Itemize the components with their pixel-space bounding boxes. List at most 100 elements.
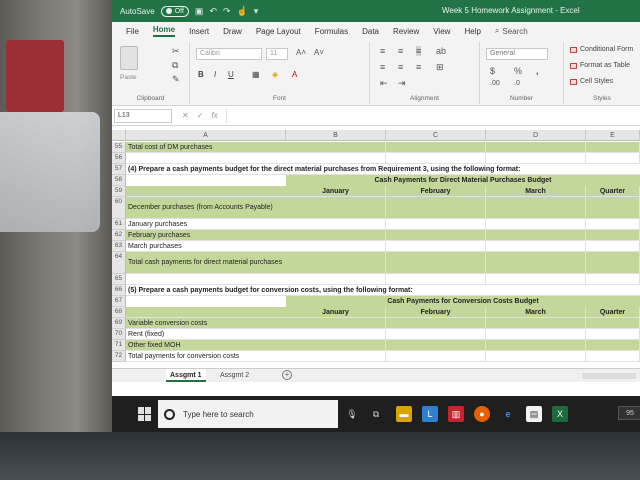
grow-font-icon[interactable]: A˄ bbox=[296, 48, 306, 57]
input-cell[interactable] bbox=[286, 318, 386, 329]
column-header-e[interactable]: E bbox=[586, 130, 640, 141]
tab-review[interactable]: Review bbox=[393, 27, 419, 36]
increase-indent-icon[interactable]: ⇥ bbox=[398, 78, 406, 89]
column-header-c[interactable]: C bbox=[386, 130, 486, 141]
fill-color-icon[interactable]: ◈ bbox=[272, 70, 278, 79]
font-name-select[interactable]: Calibri bbox=[196, 48, 262, 60]
redo-icon[interactable]: ↷ bbox=[223, 6, 231, 17]
app-red-icon[interactable]: ▥ bbox=[448, 406, 464, 422]
insert-function-icon[interactable]: fx bbox=[211, 111, 217, 120]
taskbar-search[interactable]: Type here to search bbox=[158, 400, 338, 428]
borders-icon[interactable]: ▦ bbox=[252, 70, 260, 79]
tab-insert[interactable]: Insert bbox=[189, 27, 209, 36]
decrease-indent-icon[interactable]: ⇤ bbox=[380, 78, 388, 89]
input-cell[interactable] bbox=[486, 219, 586, 230]
name-box[interactable]: L13 bbox=[114, 108, 172, 123]
input-cell[interactable] bbox=[486, 340, 586, 351]
underline-button[interactable]: U bbox=[228, 70, 234, 79]
row-header[interactable]: 72 bbox=[112, 351, 126, 362]
tab-draw[interactable]: Draw bbox=[223, 27, 242, 36]
bold-button[interactable]: B bbox=[198, 70, 204, 79]
row-header[interactable]: 64 bbox=[112, 252, 126, 274]
input-cell[interactable] bbox=[286, 329, 386, 340]
input-cell[interactable] bbox=[386, 230, 486, 241]
orientation-icon[interactable]: ab bbox=[436, 46, 446, 56]
format-as-table-button[interactable]: Format as Table bbox=[570, 62, 630, 69]
save-icon[interactable]: ▣ bbox=[195, 6, 204, 17]
store-icon[interactable]: ▤ bbox=[526, 406, 542, 422]
percent-button[interactable]: % bbox=[514, 66, 522, 76]
input-cell[interactable] bbox=[586, 197, 640, 219]
cell-a[interactable]: (5) Prepare a cash payments budget for c… bbox=[126, 285, 640, 296]
tab-help[interactable]: Help bbox=[464, 27, 480, 36]
row-header[interactable]: 65 bbox=[112, 274, 126, 285]
month-header-cell[interactable]: Quarter bbox=[586, 186, 640, 197]
input-cell[interactable] bbox=[286, 340, 386, 351]
input-cell[interactable] bbox=[286, 252, 386, 274]
row-header[interactable]: 68 bbox=[112, 307, 126, 318]
input-cell[interactable] bbox=[586, 219, 640, 230]
cell-a[interactable] bbox=[126, 153, 286, 164]
italic-button[interactable]: I bbox=[214, 70, 216, 79]
input-cell[interactable] bbox=[486, 318, 586, 329]
row-header[interactable]: 62 bbox=[112, 230, 126, 241]
cancel-icon[interactable]: ✕ bbox=[182, 111, 189, 120]
row-header[interactable]: 67 bbox=[112, 296, 126, 307]
input-cell[interactable] bbox=[386, 252, 486, 274]
ribbon-search[interactable]: ⌕ Search bbox=[495, 26, 528, 36]
row-header[interactable]: 60 bbox=[112, 197, 126, 219]
input-cell[interactable] bbox=[486, 241, 586, 252]
input-cell[interactable] bbox=[386, 142, 486, 153]
cell-a[interactable]: Variable conversion costs bbox=[126, 318, 286, 329]
input-cell[interactable] bbox=[486, 329, 586, 340]
column-header-a[interactable]: A bbox=[126, 130, 286, 141]
tab-formulas[interactable]: Formulas bbox=[315, 27, 348, 36]
input-cell[interactable] bbox=[586, 351, 640, 362]
input-cell[interactable] bbox=[486, 142, 586, 153]
month-header-cell[interactable]: March bbox=[486, 186, 586, 197]
app-l-icon[interactable]: L bbox=[422, 406, 438, 422]
input-cell[interactable] bbox=[486, 351, 586, 362]
month-header-cell[interactable]: Quarter bbox=[586, 307, 640, 318]
input-cell[interactable] bbox=[286, 351, 386, 362]
microphone-icon[interactable]: 🎙 bbox=[344, 406, 360, 422]
month-header-cell[interactable]: February bbox=[386, 186, 486, 197]
input-cell[interactable] bbox=[386, 197, 486, 219]
enter-icon[interactable]: ✓ bbox=[197, 111, 204, 120]
input-cell[interactable] bbox=[386, 351, 486, 362]
undo-icon[interactable]: ↶ bbox=[209, 6, 217, 17]
row-header[interactable]: 71 bbox=[112, 340, 126, 351]
select-all-corner[interactable] bbox=[112, 130, 126, 141]
input-cell[interactable] bbox=[386, 318, 486, 329]
horizontal-scrollbar[interactable] bbox=[582, 373, 636, 379]
comma-button[interactable]: , bbox=[536, 66, 539, 76]
tab-page-layout[interactable]: Page Layout bbox=[256, 27, 301, 36]
row-header[interactable]: 66 bbox=[112, 285, 126, 296]
input-cell[interactable] bbox=[286, 274, 386, 285]
cell-a[interactable]: Total cash payments for direct material … bbox=[126, 252, 286, 274]
input-cell[interactable] bbox=[586, 329, 640, 340]
cell-a[interactable]: January purchases bbox=[126, 219, 286, 230]
input-cell[interactable] bbox=[386, 153, 486, 164]
file-explorer-icon[interactable]: ▬ bbox=[396, 406, 412, 422]
paste-icon[interactable] bbox=[120, 46, 138, 70]
input-cell[interactable] bbox=[486, 153, 586, 164]
column-header-b[interactable]: B bbox=[286, 130, 386, 141]
sheet-tab-assgmt-2[interactable]: Assgmt 2 bbox=[216, 369, 253, 382]
sheet-tab-assgmt-1[interactable]: Assgmt 1 bbox=[166, 369, 206, 382]
input-cell[interactable] bbox=[286, 197, 386, 219]
month-header-cell[interactable]: February bbox=[386, 307, 486, 318]
excel-taskbar-icon[interactable]: X bbox=[552, 406, 568, 422]
align-middle-icon[interactable]: ≡ bbox=[398, 46, 403, 56]
customize-icon[interactable]: ▾ bbox=[254, 6, 259, 17]
input-cell[interactable] bbox=[386, 329, 486, 340]
input-cell[interactable] bbox=[586, 340, 640, 351]
row-header[interactable]: 55 bbox=[112, 142, 126, 153]
font-size-select[interactable]: 11 bbox=[266, 48, 288, 60]
currency-button[interactable]: $ bbox=[490, 66, 495, 76]
font-color-icon[interactable]: A bbox=[292, 70, 297, 79]
touch-mode-icon[interactable]: ☝ bbox=[237, 6, 248, 17]
input-cell[interactable] bbox=[586, 142, 640, 153]
task-view-icon[interactable]: ⧉ bbox=[368, 406, 384, 422]
shrink-font-icon[interactable]: A˅ bbox=[314, 48, 324, 57]
